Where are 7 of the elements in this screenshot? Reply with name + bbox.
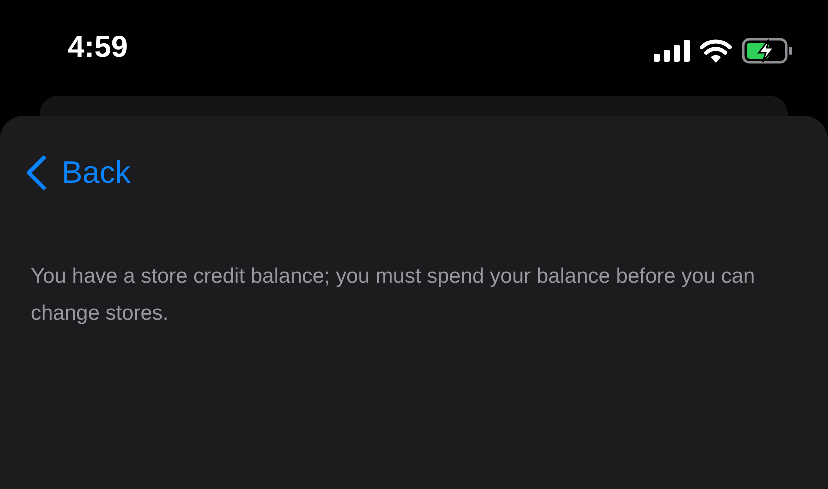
store-credit-message: You have a store credit balance; you must spend your balance before you can change stores. — [31, 264, 756, 327]
status-time: 4:59 — [68, 30, 128, 66]
battery-charging-icon — [742, 38, 794, 64]
chevron-left-icon — [24, 154, 48, 192]
signal-icon — [654, 40, 690, 62]
back-button[interactable]: Back — [24, 154, 131, 192]
wifi-icon — [700, 39, 732, 63]
